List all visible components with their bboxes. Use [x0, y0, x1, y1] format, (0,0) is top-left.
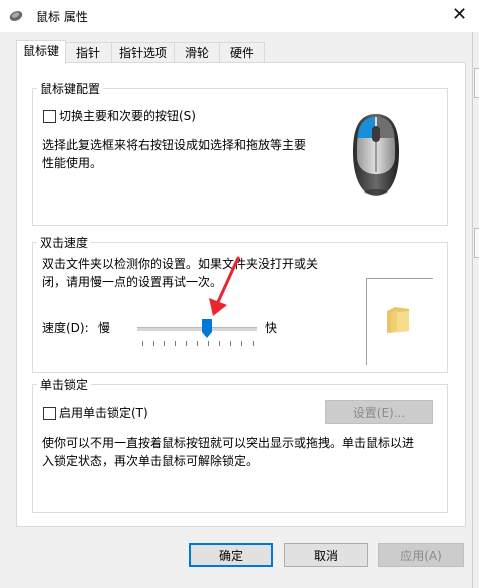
edge-mark — [474, 228, 479, 258]
close-icon[interactable]: ✕ — [440, 0, 479, 32]
speed-label: 速度(D): — [42, 321, 89, 335]
slow-label: 慢 — [98, 321, 111, 335]
ok-button[interactable]: 确定 — [189, 543, 273, 567]
click-lock-description-cont: 入锁定状态，再次单击鼠标可解除锁定。 — [42, 454, 259, 468]
tab-hardware[interactable]: 硬件 — [219, 42, 265, 63]
speed-slider-ticks — [142, 341, 254, 346]
background-window-edge — [472, 32, 479, 588]
speed-slider-track[interactable] — [137, 327, 257, 331]
double-click-description-cont: 闭，请用慢一点的设置再试一次。 — [42, 275, 223, 289]
apply-button[interactable]: 应用(A) — [378, 543, 464, 567]
button-config-group-label: 鼠标键配置 — [37, 80, 104, 97]
window-title: 鼠标 属性 — [36, 10, 88, 24]
switch-buttons-label[interactable]: 切换主要和次要的按钮(S) — [59, 106, 196, 126]
click-lock-description: 使你可以不用一直按着鼠标按钮就可以突出显示或拖拽。单击鼠标以进 — [42, 436, 415, 450]
click-lock-label[interactable]: 启用单击锁定(T) — [59, 403, 148, 423]
edge-mark — [474, 68, 479, 98]
switch-buttons-checkbox[interactable] — [43, 110, 56, 123]
tab-buttons[interactable]: 鼠标键 — [16, 40, 66, 64]
double-click-test-area[interactable] — [366, 278, 433, 365]
folder-icon[interactable] — [385, 305, 411, 335]
tab-pointers[interactable]: 指针 — [64, 42, 112, 63]
double-click-group-label: 双击速度 — [37, 234, 92, 251]
click-lock-settings-button[interactable]: 设置(E)... — [325, 400, 433, 424]
fast-label: 快 — [265, 321, 278, 335]
button-config-description: 选择此复选框来将右按钮设成如选择和拖放等主要 — [42, 138, 307, 152]
cancel-button[interactable]: 取消 — [284, 543, 368, 567]
mouse-app-icon — [9, 11, 23, 21]
tab-wheel[interactable]: 滑轮 — [174, 42, 220, 63]
mouse-icon — [353, 114, 399, 196]
tab-pointer-options[interactable]: 指针选项 — [111, 42, 175, 63]
button-config-description-cont: 性能使用。 — [42, 156, 103, 170]
click-lock-group-label: 单击锁定 — [37, 376, 92, 393]
double-click-description: 双击文件夹以检测你的设置。如果文件夹没打开或关 — [42, 257, 319, 271]
click-lock-checkbox[interactable] — [43, 407, 56, 420]
annotation-arrow-icon — [209, 256, 240, 316]
speed-slider-thumb[interactable] — [201, 319, 212, 338]
